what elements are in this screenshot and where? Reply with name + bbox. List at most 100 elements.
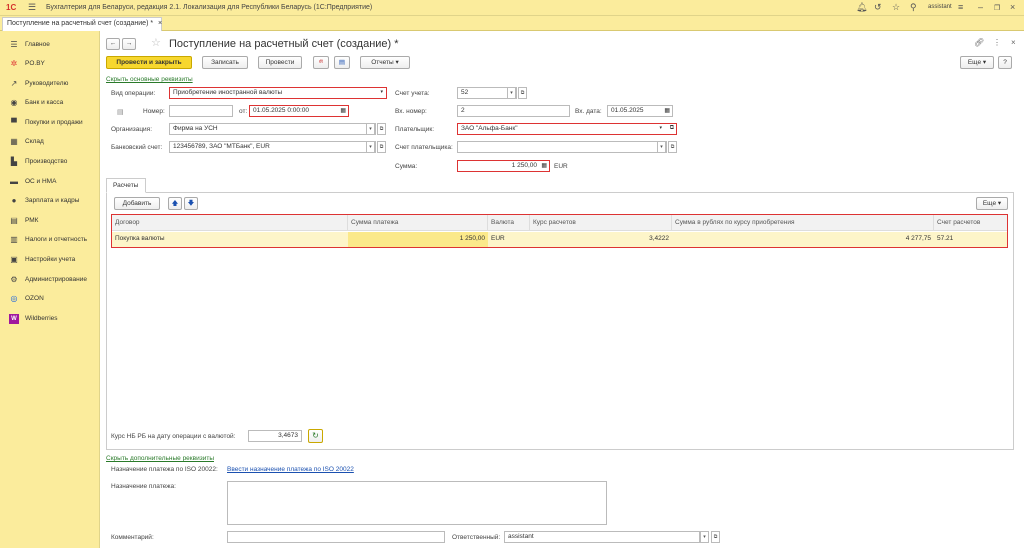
post-and-close-button[interactable]: Провести и закрыть [106, 56, 192, 69]
refresh-icon[interactable]: ↻ [308, 429, 323, 443]
org-label: Организация: [111, 126, 153, 133]
table-cell[interactable]: 4 277,75 [672, 232, 934, 247]
responsible-open-icon[interactable]: ⧉ [711, 531, 720, 543]
column-header[interactable]: Курс расчетов [530, 215, 672, 231]
number-input[interactable] [169, 105, 233, 117]
hide-main-details-link[interactable]: Скрыть основные реквизиты [106, 76, 193, 83]
user-name[interactable]: assistant [928, 4, 952, 10]
move-up-icon[interactable]: 🡅 [168, 197, 182, 210]
org-dropdown-icon[interactable]: ▾ [366, 123, 375, 135]
close-document-icon[interactable]: × [1011, 38, 1016, 47]
payer-account-dropdown-icon[interactable]: ▾ [657, 141, 666, 153]
tab-close-icon[interactable]: × [158, 20, 162, 27]
sidebar-item-label: PO.BY [25, 60, 45, 67]
sidebar-item-salary[interactable]: ● Зарплата и кадры [0, 191, 100, 210]
bank-account-input[interactable]: 123456789, ЗАО "МТБанк", EUR [169, 141, 376, 153]
sidebar-item-rmk[interactable]: ▤ РМК [0, 211, 100, 230]
bell-icon[interactable]: 🔔︎ [856, 2, 867, 13]
column-header[interactable]: Сумма в рублях по курсу приобретения [672, 215, 934, 231]
minimize-icon[interactable]: – [978, 2, 983, 12]
iso-purpose-link[interactable]: Ввести назначение платежа по ISO 20022 [227, 466, 354, 473]
responsible-dropdown-icon[interactable]: ▾ [700, 531, 709, 543]
comment-label: Комментарий: [111, 534, 154, 541]
payer-open-icon[interactable]: ⧉ [670, 125, 674, 132]
column-header[interactable]: Договор [112, 215, 348, 231]
purpose-textarea[interactable] [227, 481, 607, 525]
sidebar-item-taxes[interactable]: ▥ Налоги и отчетность [0, 230, 100, 249]
date-from-label: от: [239, 108, 248, 115]
help-button[interactable]: ? [998, 56, 1012, 69]
table-cell[interactable]: 1 250,00 [348, 232, 488, 247]
date-input[interactable]: 01.05.2025 0:00:00 ▦ [249, 105, 349, 117]
comment-input[interactable] [227, 531, 445, 543]
op-type-select[interactable]: Приобретение иностранной валюты ▾ [169, 87, 387, 99]
link-icon[interactable]: 🔗︎ [974, 38, 984, 47]
column-header[interactable]: Валюта [488, 215, 530, 231]
tab-label: Поступление на расчетный счет (создание)… [7, 20, 154, 27]
sum-input[interactable]: 1 250,00 ▦ [457, 160, 550, 172]
add-row-button[interactable]: Добавить [114, 197, 160, 210]
calendar-icon[interactable]: ▦ [664, 107, 670, 114]
org-open-icon[interactable]: ⧉ [377, 123, 386, 135]
sidebar-item-ozon[interactable]: ◎ OZON [0, 289, 100, 308]
sidebar-item-manager[interactable]: ↗ Руководителю [0, 74, 100, 93]
maximize-icon[interactable]: ❐ [994, 4, 1000, 12]
close-window-icon[interactable]: × [1010, 2, 1015, 12]
calendar-icon[interactable]: ▦ [340, 107, 346, 114]
main-menu-icon[interactable]: ☰ [28, 2, 36, 13]
sidebar-item-sales[interactable]: ▀ Покупки и продажи [0, 113, 100, 132]
column-header[interactable]: Счет расчетов [934, 215, 1007, 231]
save-button[interactable]: Записать [202, 56, 248, 69]
wildberries-icon: W [9, 313, 19, 324]
more-options-icon[interactable]: ⋮ [993, 38, 1001, 47]
history-icon[interactable]: ↺ [874, 2, 882, 13]
reports-button[interactable]: Отчеты ▾ [360, 56, 410, 69]
print-doc-icon[interactable]: ▤ [334, 56, 350, 69]
in-number-input[interactable]: 2 [457, 105, 570, 117]
account-open-icon[interactable]: ⧉ [518, 87, 527, 99]
sidebar-item-poby[interactable]: ✲ PO.BY [0, 54, 100, 73]
sidebar-item-assets[interactable]: ▬ ОС и НМА [0, 172, 100, 191]
calculator-icon[interactable]: ▦ [541, 162, 547, 169]
chevron-down-icon[interactable]: ▾ [659, 125, 662, 131]
org-input[interactable]: Фирма на УСН [169, 123, 376, 135]
favorite-icon[interactable]: ☆ [892, 2, 900, 13]
table-cell[interactable]: Покупка валюты [112, 232, 348, 247]
search-icon[interactable]: ⚲ [910, 2, 917, 13]
table-more-button[interactable]: Еще ▾ [976, 197, 1008, 210]
payer-account-input[interactable] [457, 141, 667, 153]
sidebar-item-admin[interactable]: ⚙ Администрирование [0, 270, 100, 289]
table-cell[interactable]: EUR [488, 232, 530, 247]
sidebar-item-production[interactable]: ▙ Производство [0, 152, 100, 171]
responsible-input[interactable]: assistant [504, 531, 700, 543]
sidebar-item-warehouse[interactable]: ▦ Склад [0, 132, 100, 151]
sidebar-item-wildberries[interactable]: W Wildberries [0, 309, 100, 328]
in-date-input[interactable]: 01.05.2025 ▦ [607, 105, 673, 117]
currency-label: EUR [554, 163, 568, 170]
payer-account-open-icon[interactable]: ⧉ [668, 141, 677, 153]
hide-extra-details-link[interactable]: Скрыть дополнительные реквизиты [106, 455, 214, 462]
favorite-star-icon[interactable]: ☆ [151, 36, 161, 49]
account-dropdown-icon[interactable]: ▾ [507, 87, 516, 99]
column-header[interactable]: Сумма платежа [348, 215, 488, 231]
tab-document[interactable]: Поступление на расчетный счет (создание)… [2, 17, 162, 31]
table-cell[interactable]: 57.21 [934, 232, 1007, 247]
table-cell[interactable]: 3,4222 [530, 232, 672, 247]
payer-input[interactable]: ЗАО "Альфа-Банк" ▾ ⧉ [457, 123, 677, 135]
tab-settlements[interactable]: Расчеты [106, 178, 146, 193]
payer-account-label: Счет плательщика: [395, 144, 453, 151]
sidebar-item-bank[interactable]: ◉ Банк и касса [0, 93, 100, 112]
sidebar-item-settings[interactable]: ▣ Настройки учета [0, 250, 100, 269]
move-down-icon[interactable]: 🡇 [184, 197, 198, 210]
bank-account-open-icon[interactable]: ⧉ [377, 141, 386, 153]
more-toolbar-button[interactable]: Еще ▾ [960, 56, 994, 69]
bank-account-dropdown-icon[interactable]: ▾ [366, 141, 375, 153]
settings-menu-icon[interactable]: ≡ [958, 2, 963, 12]
sidebar-item-main[interactable]: ☰ Главное [0, 35, 100, 54]
post-button[interactable]: Провести [258, 56, 302, 69]
dt-kt-icon[interactable]: ᵈᵗ [313, 56, 329, 69]
sidebar-item-label: Производство [25, 158, 68, 165]
back-button[interactable]: ← [106, 38, 120, 50]
nbrb-rate-input[interactable]: 3,4673 [248, 430, 302, 442]
forward-button[interactable]: → [122, 38, 136, 50]
